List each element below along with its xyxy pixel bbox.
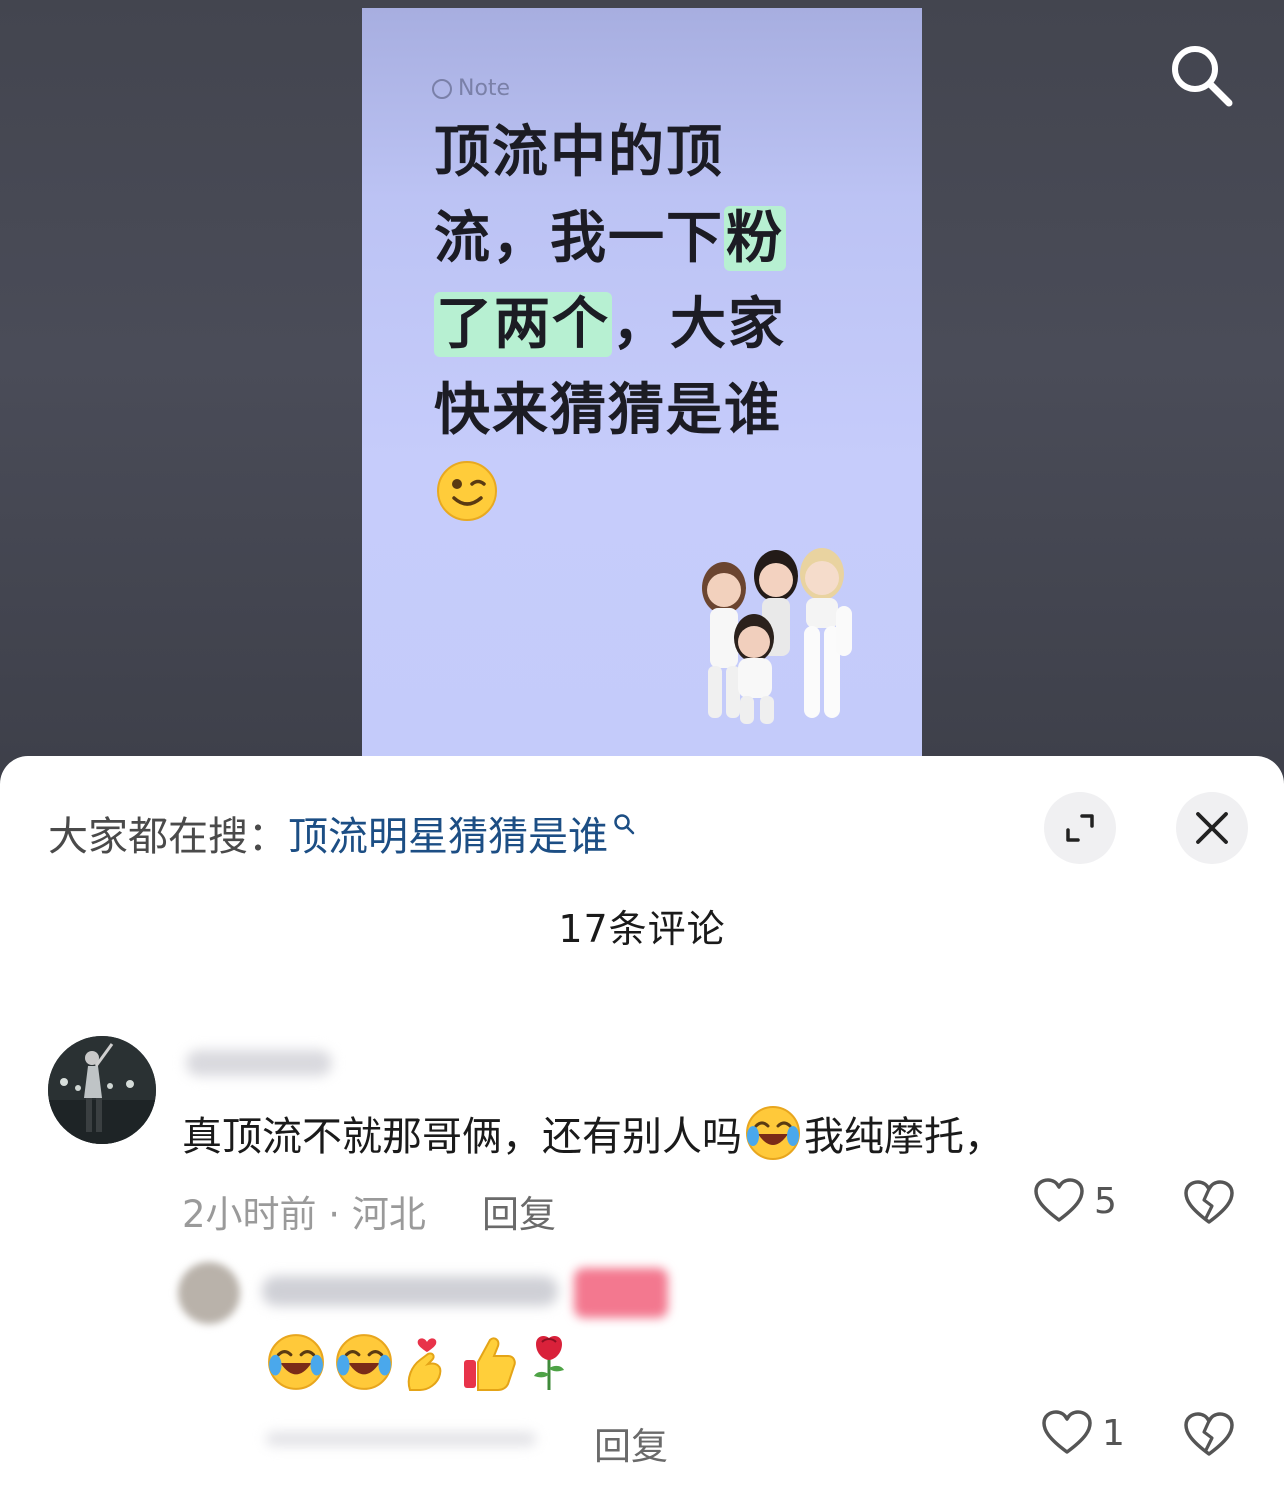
broken-heart-icon xyxy=(1184,1180,1234,1224)
reply-emoji-row xyxy=(266,1332,572,1392)
hot-search-bar[interactable]: 大家都在搜： 顶流明星猜猜是谁 xyxy=(48,804,636,862)
dislike-button[interactable] xyxy=(1184,1180,1234,1230)
expand-button[interactable] xyxy=(1044,792,1116,864)
hot-search-prefix: 大家都在搜： xyxy=(48,814,288,860)
avatar-image xyxy=(48,1036,156,1144)
comment-text-after: 我纯摩托， xyxy=(804,1114,1004,1160)
note-highlight-2: 了两个 xyxy=(434,292,612,357)
small-search-icon xyxy=(614,814,635,835)
comment-sheet: 大家都在搜： 顶流明星猜猜是谁 17条评论 真顶流不就那哥俩，还有别人吗 我纯摩… xyxy=(0,756,1284,1502)
dislike-button[interactable] xyxy=(1184,1412,1234,1462)
circle-icon xyxy=(432,78,452,99)
note-highlight-1: 粉 xyxy=(724,206,786,271)
username-blurred[interactable] xyxy=(186,1050,332,1076)
avatar[interactable] xyxy=(48,1036,156,1144)
note-image[interactable]: Note 顶流中的顶 流，我一下粉 了两个，大家 快来猜猜是谁 xyxy=(362,8,922,768)
rofl-emoji-icon xyxy=(268,1334,324,1390)
thumbs-up-emoji-icon xyxy=(464,1337,516,1391)
rofl-emoji-icon xyxy=(336,1334,392,1390)
heart-icon xyxy=(1034,1178,1084,1222)
wink-emoji-icon xyxy=(437,461,497,521)
finger-heart-emoji-icon xyxy=(407,1338,442,1391)
reply-button[interactable]: 回复 xyxy=(482,1184,556,1238)
comment-text: 真顶流不就那哥俩，还有别人吗 我纯摩托， xyxy=(182,1104,1004,1162)
note-line-3b: ，大家 xyxy=(612,292,786,357)
close-button[interactable] xyxy=(1176,792,1248,864)
like-button[interactable]: 5 xyxy=(1034,1178,1117,1224)
group-avatar-illustration xyxy=(702,548,852,724)
search-button[interactable] xyxy=(1162,40,1242,112)
author-badge xyxy=(574,1268,668,1318)
close-icon xyxy=(1196,812,1228,844)
like-count: 1 xyxy=(1102,1412,1125,1454)
reply-username-blurred[interactable] xyxy=(262,1276,558,1306)
broken-heart-icon xyxy=(1184,1412,1234,1456)
note-tag: Note xyxy=(432,76,510,101)
search-icon xyxy=(1172,46,1233,107)
rofl-emoji-icon xyxy=(746,1106,800,1160)
heart-icon xyxy=(1042,1410,1092,1454)
note-tag-label: Note xyxy=(458,76,511,101)
like-count: 5 xyxy=(1094,1180,1117,1222)
comment-meta: 2小时前 · 河北 xyxy=(182,1193,426,1236)
note-line-2: 流，我一下粉 xyxy=(434,204,786,274)
note-line-2a: 流，我一下 xyxy=(434,206,724,271)
note-line-1: 顶流中的顶 xyxy=(434,120,724,185)
reply-meta-blurred xyxy=(266,1432,536,1446)
note-line-3: 了两个，大家 xyxy=(434,290,786,360)
note-line-4: 快来猜猜是谁 xyxy=(434,378,782,443)
comment-count: 17条评论 xyxy=(558,907,726,951)
hot-search-query[interactable]: 顶流明星猜猜是谁 xyxy=(288,804,608,862)
rose-emoji-icon xyxy=(534,1336,564,1390)
like-button[interactable]: 1 xyxy=(1042,1410,1125,1456)
comment-text-before: 真顶流不就那哥俩，还有别人吗 xyxy=(182,1114,742,1160)
reply-button[interactable]: 回复 xyxy=(594,1416,668,1470)
reply-avatar[interactable] xyxy=(178,1262,240,1324)
expand-icon xyxy=(1066,814,1094,842)
